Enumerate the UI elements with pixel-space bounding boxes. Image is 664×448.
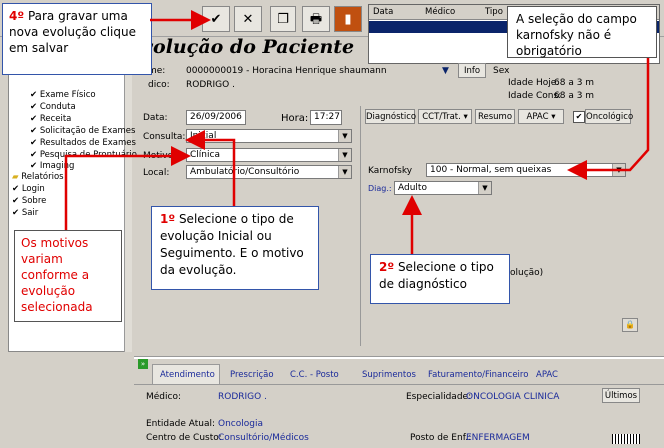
- arrow-to-motivo: [64, 146, 191, 230]
- annotation-arrows: [64, 10, 650, 254]
- arrow-to-karnofsky: [567, 58, 650, 180]
- arrow-to-consulta: [185, 130, 236, 206]
